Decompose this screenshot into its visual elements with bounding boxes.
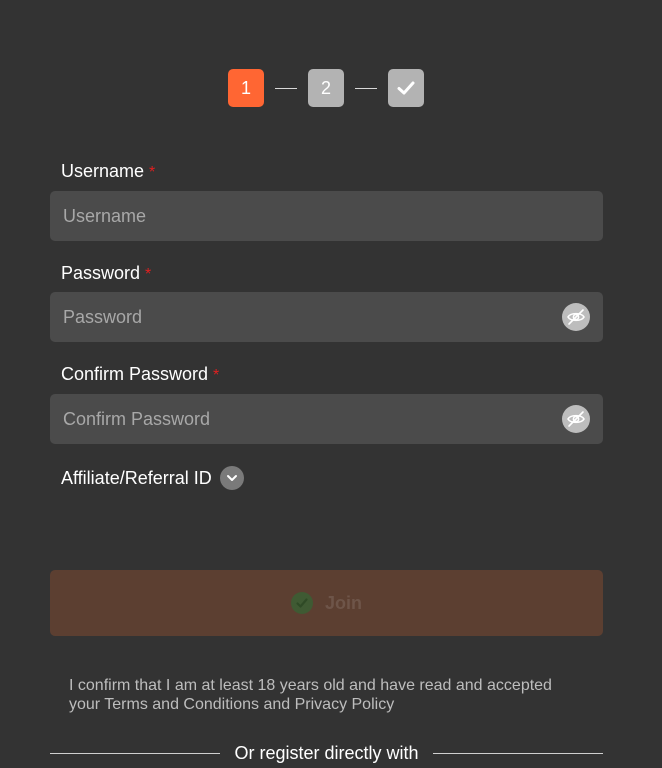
confirm-password-label-text: Confirm Password: [61, 364, 209, 384]
registration-stepper: 1 2: [228, 69, 424, 107]
step-3: [388, 69, 424, 107]
affiliate-label: Affiliate/Referral ID: [61, 467, 212, 488]
divider-line: [50, 753, 221, 754]
username-label-text: Username: [61, 161, 145, 181]
confirm-password-label: Confirm Password *: [61, 364, 219, 385]
step-connector: [275, 87, 297, 89]
eye-off-icon: [567, 411, 585, 427]
step-1: 1: [228, 69, 264, 107]
confirm-password-visibility-toggle[interactable]: [562, 405, 590, 433]
required-marker: *: [149, 164, 156, 181]
password-visibility-toggle[interactable]: [562, 303, 590, 331]
check-icon: [397, 81, 415, 95]
step-connector: [355, 87, 377, 89]
required-marker: *: [213, 367, 220, 384]
eye-off-icon: [567, 309, 585, 325]
password-field-wrapper: [50, 292, 603, 342]
username-label: Username *: [61, 161, 155, 182]
affiliate-expand-button[interactable]: [219, 466, 244, 490]
password-label: Password *: [61, 263, 151, 284]
join-button[interactable]: Join: [50, 570, 603, 636]
step-2: 2: [308, 69, 344, 107]
divider-line: [432, 753, 604, 754]
username-input[interactable]: [50, 205, 603, 227]
confirm-password-input[interactable]: [50, 408, 603, 430]
required-marker: *: [145, 266, 152, 283]
divider-text: Or register directly with: [234, 743, 419, 763]
username-field-wrapper: [50, 191, 603, 241]
chevron-down-icon: [226, 475, 237, 481]
check-circle-icon: [290, 592, 313, 614]
confirm-password-field-wrapper: [50, 394, 603, 444]
terms-text: I confirm that I am at least 18 years ol…: [69, 677, 552, 713]
registration-page: 1 2 Username * Password * Conf: [0, 0, 662, 768]
password-input[interactable]: [50, 306, 603, 328]
social-register-divider: Or register directly with: [50, 743, 604, 764]
join-button-label: Join: [324, 592, 362, 613]
affiliate-toggle[interactable]: Affiliate/Referral ID: [61, 466, 244, 490]
password-label-text: Password: [61, 263, 141, 283]
